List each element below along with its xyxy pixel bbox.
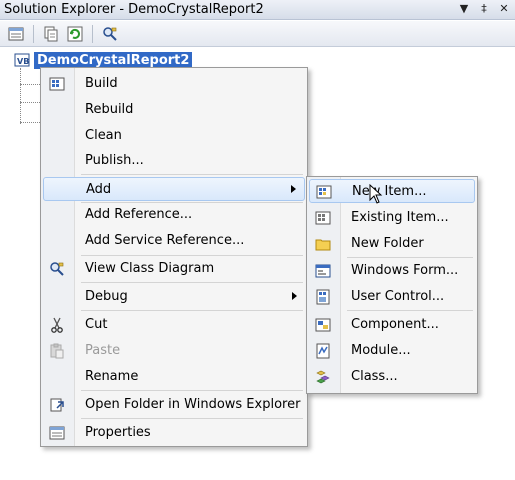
menu-item-label: Cut	[85, 317, 108, 332]
tree-line	[20, 84, 40, 85]
menu-item-label: Add Service Reference...	[85, 233, 245, 248]
refresh-button[interactable]	[65, 24, 85, 44]
class-icon	[316, 370, 330, 384]
menu-item-label: Rebuild	[85, 102, 134, 117]
submenu-item-class[interactable]: Class...	[309, 365, 475, 389]
menu-item-label: Add Reference...	[85, 207, 193, 222]
menu-separator	[347, 257, 473, 258]
submenu-item-component[interactable]: Component...	[309, 313, 475, 337]
menu-item-publish[interactable]: Publish...	[43, 149, 305, 173]
menu-item-label: Add	[86, 182, 112, 197]
menu-item-rename[interactable]: Rename	[43, 365, 305, 389]
menu-item-label: Open Folder in Windows Explorer	[85, 397, 301, 412]
window-title: Solution Explorer - DemoCrystalReport2	[4, 2, 264, 17]
menu-item-label: Rename	[85, 369, 139, 384]
menu-item-label: Existing Item...	[351, 210, 449, 225]
menu-item-label: New Item...	[352, 184, 427, 199]
menu-item-label: Clean	[85, 128, 122, 143]
menu-item-label: User Control...	[351, 289, 445, 304]
submenu-item-new-item[interactable]: New Item...	[309, 179, 475, 203]
menu-item-debug[interactable]: Debug	[43, 285, 305, 309]
menu-separator	[81, 282, 303, 283]
windows-form-icon	[315, 264, 331, 278]
auto-hide-pin-button[interactable]: ‡	[477, 2, 491, 16]
menu-item-add[interactable]: Add	[43, 177, 305, 201]
tree-line	[20, 122, 40, 123]
menu-separator	[81, 255, 303, 256]
toolbar	[0, 21, 515, 47]
vb-project-icon: VB	[14, 53, 30, 67]
submenu-arrow-icon	[292, 292, 297, 300]
new-item-icon	[316, 185, 332, 199]
menu-item-properties[interactable]: Properties	[43, 421, 305, 445]
title-bar: Solution Explorer - DemoCrystalReport2 ▼…	[0, 0, 515, 20]
menu-item-label: Windows Form...	[351, 263, 459, 278]
menu-item-add-reference[interactable]: Add Reference...	[43, 203, 305, 227]
tree-line	[20, 68, 21, 124]
menu-item-label: Module...	[351, 343, 411, 358]
close-button[interactable]: ✕	[497, 2, 511, 16]
menu-item-view-class-diagram[interactable]: View Class Diagram	[43, 257, 305, 281]
menu-item-label: Publish...	[85, 153, 144, 168]
submenu-item-windows-form[interactable]: Windows Form...	[309, 259, 475, 283]
refresh-icon	[67, 26, 83, 41]
submenu-arrow-icon	[291, 185, 296, 193]
component-icon	[315, 318, 331, 332]
menu-item-open-folder[interactable]: Open Folder in Windows Explorer	[43, 393, 305, 417]
tree-line	[20, 102, 40, 103]
view-class-diagram-button[interactable]	[100, 24, 120, 44]
scissors-icon	[51, 317, 63, 333]
show-all-files-button[interactable]	[41, 24, 61, 44]
properties-icon	[49, 426, 65, 440]
project-context-menu: Build Rebuild Clean Publish... Add Add R…	[40, 67, 308, 447]
show-all-files-icon	[44, 26, 58, 41]
properties-button[interactable]	[6, 24, 26, 44]
svg-text:VB: VB	[17, 57, 29, 66]
menu-item-paste[interactable]: Paste	[43, 339, 305, 363]
add-submenu: New Item... Existing Item... New Folder	[306, 176, 478, 394]
menu-item-cut[interactable]: Cut	[43, 313, 305, 337]
menu-item-label: Paste	[85, 343, 121, 358]
menu-item-clean[interactable]: Clean	[43, 124, 305, 148]
menu-item-rebuild[interactable]: Rebuild	[43, 98, 305, 122]
open-folder-icon	[50, 398, 64, 412]
class-diagram-icon	[50, 262, 64, 276]
project-label: DemoCrystalReport2	[34, 51, 193, 69]
toolbar-separator	[92, 24, 93, 43]
menu-item-label: Build	[85, 76, 118, 91]
paste-icon	[50, 343, 64, 359]
toolbar-separator	[33, 24, 34, 43]
view-class-diagram-icon	[103, 26, 117, 41]
menu-item-label: View Class Diagram	[85, 261, 215, 276]
menu-item-add-service-reference[interactable]: Add Service Reference...	[43, 229, 305, 253]
submenu-item-module[interactable]: Module...	[309, 339, 475, 363]
properties-icon	[8, 27, 24, 40]
menu-item-label: Class...	[351, 369, 398, 384]
menu-separator	[347, 310, 473, 311]
window-position-button[interactable]: ▼	[457, 2, 471, 16]
menu-item-label: New Folder	[351, 236, 424, 251]
submenu-item-existing-item[interactable]: Existing Item...	[309, 206, 475, 230]
user-control-icon	[316, 289, 330, 305]
existing-item-icon	[315, 211, 331, 225]
module-icon	[316, 343, 330, 359]
menu-separator	[81, 390, 303, 391]
menu-item-build[interactable]: Build	[43, 72, 305, 96]
menu-item-label: Properties	[85, 425, 151, 440]
menu-separator	[81, 418, 303, 419]
submenu-item-user-control[interactable]: User Control...	[309, 285, 475, 309]
menu-item-label: Debug	[85, 289, 128, 304]
submenu-item-new-folder[interactable]: New Folder	[309, 232, 475, 256]
menu-separator	[81, 174, 303, 175]
menu-separator	[81, 310, 303, 311]
build-icon	[49, 77, 65, 91]
menu-item-label: Component...	[351, 317, 439, 332]
folder-icon	[315, 239, 331, 251]
mouse-cursor-icon	[369, 184, 383, 204]
